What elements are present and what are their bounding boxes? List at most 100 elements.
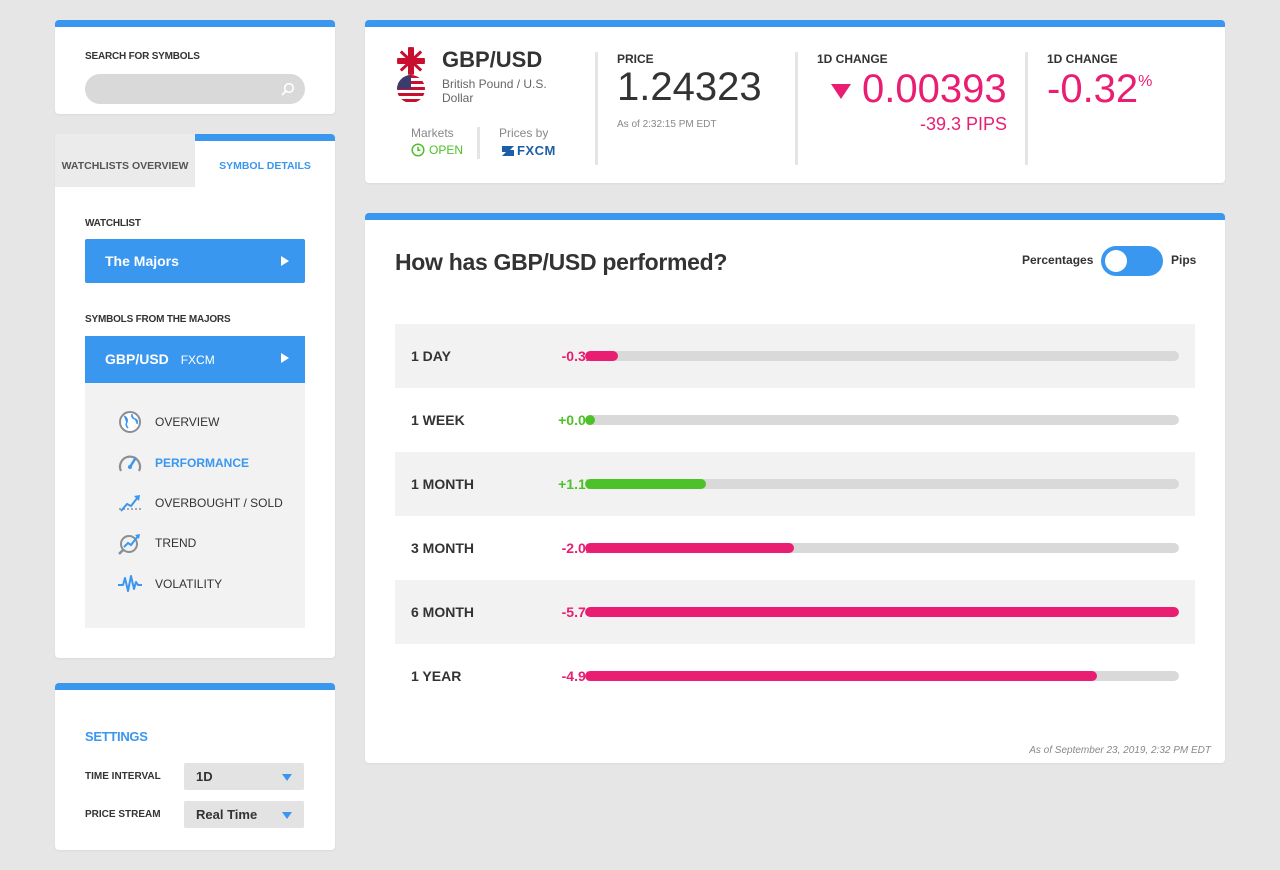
performance-period: 6 MONTH bbox=[411, 604, 474, 620]
globe-icon bbox=[119, 411, 141, 433]
change-percent-label: 1D CHANGE bbox=[1047, 52, 1118, 66]
panel-tabs: WATCHLISTS OVERVIEW SYMBOL DETAILS bbox=[55, 134, 335, 187]
menu-label: PERFORMANCE bbox=[155, 456, 250, 470]
performance-row: 1 DAY -0.32% bbox=[395, 324, 1195, 388]
price-value: 1.24323 bbox=[617, 65, 762, 109]
performance-bar-fill bbox=[585, 607, 1179, 617]
chevron-down-icon bbox=[282, 774, 292, 781]
divider bbox=[1025, 52, 1028, 165]
search-label: SEARCH FOR SYMBOLS bbox=[85, 51, 200, 62]
performance-bar-track bbox=[585, 607, 1179, 617]
performance-card: How has GBP/USD performed? Percentages P… bbox=[365, 213, 1225, 763]
change-percent-value: -0.32 bbox=[1047, 67, 1139, 111]
market-status: OPEN bbox=[411, 143, 463, 157]
prices-by-label: Prices by bbox=[499, 126, 549, 140]
change-label: 1D CHANGE bbox=[817, 52, 888, 66]
performance-bar-track bbox=[585, 671, 1179, 681]
performance-timestamp: As of September 23, 2019, 2:32 PM EDT bbox=[1029, 745, 1211, 756]
menu-label: VOLATILITY bbox=[155, 577, 223, 591]
performance-bar-track bbox=[585, 415, 1179, 425]
change-value: 0.00393 bbox=[862, 67, 1007, 111]
performance-title: How has GBP/USD performed? bbox=[395, 249, 728, 275]
symbol-source: FXCM bbox=[180, 353, 215, 367]
settings-title: SETTINGS bbox=[85, 729, 148, 744]
performance-bar-track bbox=[585, 351, 1179, 361]
fxcm-logo-icon bbox=[502, 145, 514, 156]
clock-icon bbox=[411, 143, 425, 157]
chevron-down-icon bbox=[282, 812, 292, 819]
pair-symbol: GBP/USD bbox=[442, 47, 543, 72]
symbol-selected: GBP/USD bbox=[105, 351, 169, 367]
search-icon[interactable] bbox=[281, 82, 295, 96]
flag-gbp-usd-icon bbox=[397, 47, 425, 103]
settings-card: SETTINGS TIME INTERVAL 1D PRICE STREAM R… bbox=[55, 683, 335, 850]
performance-bar-fill bbox=[585, 671, 1098, 681]
search-input[interactable] bbox=[85, 74, 305, 104]
units-toggle[interactable] bbox=[1101, 246, 1163, 276]
trend-dashed-icon bbox=[119, 495, 141, 512]
price-stream-label: PRICE STREAM bbox=[85, 809, 161, 820]
watchlist-select[interactable]: The Majors bbox=[85, 239, 305, 283]
performance-period: 3 MONTH bbox=[411, 540, 474, 556]
caret-right-icon bbox=[281, 353, 289, 363]
performance-period: 1 MONTH bbox=[411, 476, 474, 492]
provider-name: FXCM bbox=[517, 143, 556, 158]
symbols-label: SYMBOLS FROM THE MAJORS bbox=[85, 314, 231, 325]
menu-item-overbought-sold[interactable]: OVERBOUGHT / SOLD bbox=[117, 491, 283, 515]
watchlist-selected: The Majors bbox=[105, 253, 179, 269]
performance-row: 1 MONTH +1.17% bbox=[395, 452, 1195, 516]
market-status-text: OPEN bbox=[429, 143, 464, 157]
performance-bar-track bbox=[585, 543, 1179, 553]
menu-item-volatility[interactable]: VOLATILITY bbox=[117, 572, 222, 596]
search-card: SEARCH FOR SYMBOLS bbox=[55, 20, 335, 114]
performance-bar-fill bbox=[585, 351, 618, 361]
divider bbox=[595, 52, 598, 165]
change-percent: -0.32% bbox=[1047, 67, 1152, 112]
caret-right-icon bbox=[281, 256, 289, 266]
time-interval-label: TIME INTERVAL bbox=[85, 771, 161, 782]
performance-bar-track bbox=[585, 479, 1179, 489]
time-interval-dropdown[interactable]: 1D bbox=[184, 763, 304, 790]
price-label: PRICE bbox=[617, 52, 654, 66]
symbols-label-prefix: SYMBOLS FROM bbox=[85, 314, 165, 325]
pair-full-name: British Pound / U.S. Dollar bbox=[442, 77, 547, 105]
menu-item-trend[interactable]: TREND bbox=[117, 531, 196, 555]
performance-period: 1 WEEK bbox=[411, 412, 465, 428]
watchlist-label: WATCHLIST bbox=[85, 218, 141, 229]
performance-row: 1 YEAR -4.95% bbox=[395, 644, 1195, 708]
markets-label: Markets bbox=[411, 126, 454, 140]
toggle-label-percentages[interactable]: Percentages bbox=[1022, 253, 1093, 267]
menu-item-performance[interactable]: PERFORMANCE bbox=[117, 451, 249, 475]
speedometer-icon bbox=[118, 455, 142, 472]
divider bbox=[477, 127, 480, 159]
trend-search-icon bbox=[118, 534, 140, 555]
performance-bar-fill bbox=[585, 543, 795, 553]
divider bbox=[795, 52, 798, 165]
symbols-label-list: THE MAJORS bbox=[166, 314, 231, 325]
price-timestamp: As of 2:32:15 PM EDT bbox=[617, 119, 717, 130]
menu-item-overview[interactable]: OVERVIEW bbox=[117, 410, 219, 434]
search-box[interactable] bbox=[85, 74, 305, 104]
symbol-menu: OVERVIEW PERFORMANCE OVERBOUGHT / SOLD T… bbox=[85, 383, 305, 628]
tab-symbol-details[interactable]: SYMBOL DETAILS bbox=[195, 134, 335, 187]
triangle-down-icon bbox=[831, 84, 851, 99]
price-stream-dropdown[interactable]: Real Time bbox=[184, 801, 304, 828]
performance-bar-fill bbox=[585, 479, 707, 489]
toggle-knob bbox=[1105, 250, 1127, 272]
toggle-label-pips[interactable]: Pips bbox=[1171, 253, 1196, 267]
performance-period: 1 DAY bbox=[411, 348, 451, 364]
menu-label: OVERVIEW bbox=[155, 415, 220, 429]
provider-logo: FXCM bbox=[501, 143, 556, 158]
change-pips: -39.3 PIPS bbox=[919, 114, 1007, 134]
tab-watchlists-overview[interactable]: WATCHLISTS OVERVIEW bbox=[55, 134, 195, 187]
volatility-icon bbox=[118, 575, 142, 592]
percent-sign: % bbox=[1138, 73, 1153, 90]
time-interval-value: 1D bbox=[196, 769, 213, 784]
price-stream-value: Real Time bbox=[196, 807, 258, 822]
symbol-select[interactable]: GBP/USD FXCM bbox=[85, 336, 305, 383]
menu-label: TREND bbox=[155, 536, 197, 550]
performance-row: 6 MONTH -5.74% bbox=[395, 580, 1195, 644]
performance-bar-fill bbox=[585, 415, 595, 425]
watchlist-card: WATCHLISTS OVERVIEW SYMBOL DETAILS WATCH… bbox=[55, 134, 335, 658]
menu-label: OVERBOUGHT / SOLD bbox=[155, 496, 283, 510]
